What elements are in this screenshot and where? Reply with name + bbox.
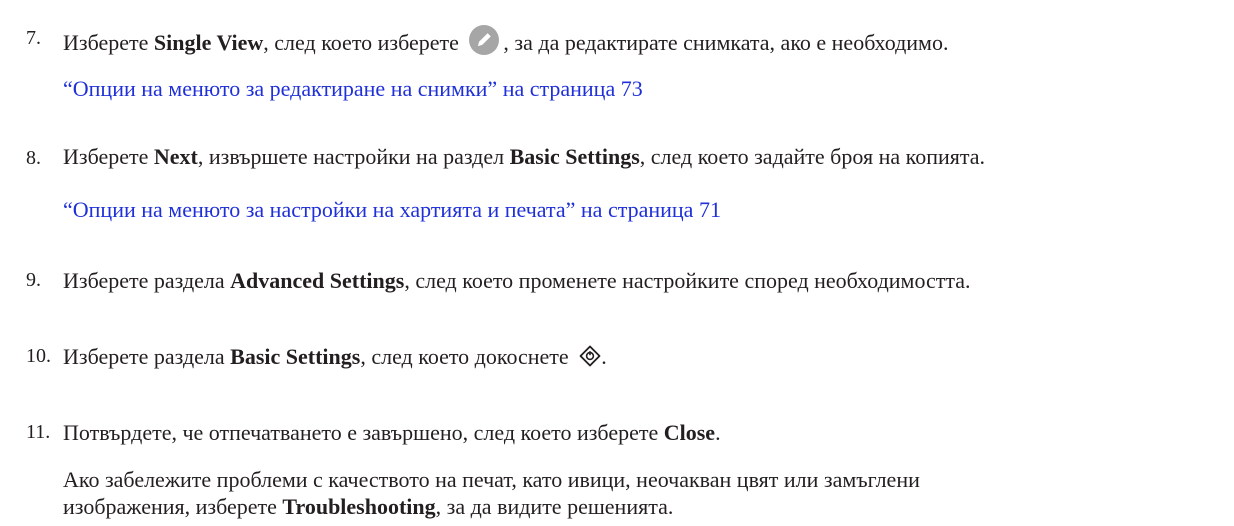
step-instruction: Изберете Next, извършете настройки на ра… xyxy=(63,144,986,169)
ui-term: Next xyxy=(153,144,198,169)
link-photo-edit-options[interactable]: “Опции на менюто за редактиране на снимк… xyxy=(63,76,643,102)
step-note-line-2: изображения, изберете Troubleshooting, з… xyxy=(63,494,674,519)
ui-term: Basic Settings xyxy=(509,144,640,169)
ui-term: Single View xyxy=(153,30,264,55)
ui-term: Close xyxy=(663,420,716,445)
step-number: 10. xyxy=(26,345,51,367)
step-instruction: Изберете раздела Basic Settings, след ко… xyxy=(63,344,607,369)
start-diamond-icon xyxy=(579,345,601,367)
step-number: 8. xyxy=(26,147,41,169)
step-instruction: Потвърдете, че отпечатването е завършено… xyxy=(63,420,721,445)
step-instruction: Изберете Single View, след което изберет… xyxy=(63,24,948,56)
edit-pencil-icon xyxy=(468,24,500,56)
ui-term: Troubleshooting xyxy=(282,494,436,519)
step-number: 7. xyxy=(26,27,41,49)
link-paper-print-options[interactable]: “Опции на менюто за настройки на хартият… xyxy=(63,197,721,223)
step-instruction: Изберете раздела Advanced Settings, след… xyxy=(63,268,971,293)
ui-term: Advanced Settings xyxy=(230,268,405,293)
step-number: 9. xyxy=(26,269,41,291)
ui-term: Basic Settings xyxy=(230,344,361,369)
step-number: 11. xyxy=(26,421,51,443)
step-note-line-1: Ако забележите проблеми с качеството на … xyxy=(63,467,920,492)
